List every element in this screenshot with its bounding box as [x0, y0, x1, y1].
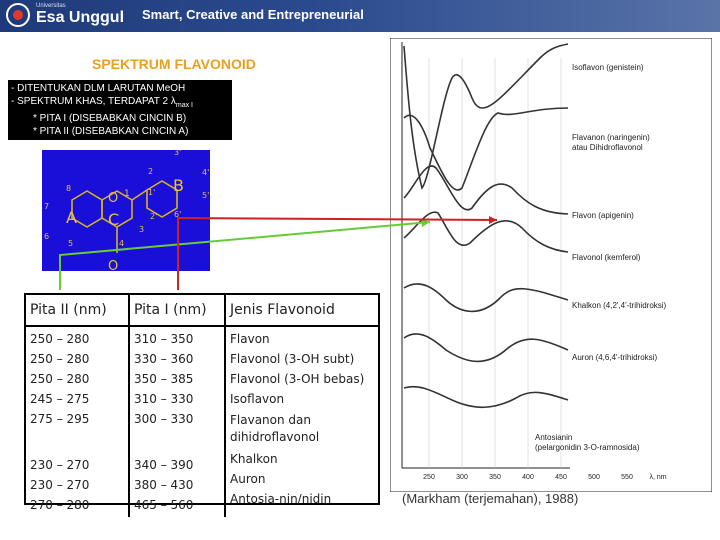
svg-text:3: 3	[139, 225, 144, 234]
svg-text:4': 4'	[202, 168, 209, 177]
carbonyl-oxygen-label: O	[108, 259, 118, 271]
svg-text:6: 6	[44, 232, 49, 241]
tagline: Smart, Creative and Entrepreneurial	[142, 7, 364, 22]
label-auron: Auron (4,6,4'-trihidroksi)	[572, 353, 657, 362]
label-isoflavon: Isoflavon (genistein)	[572, 63, 644, 72]
label-antosianin-2: (pelargonidin 3-O-ramnosida)	[535, 443, 640, 452]
logo-name: Esa Unggul	[36, 9, 125, 26]
slide-title: SPEKTRUM FLAVONOID	[92, 56, 256, 72]
svg-text:3': 3'	[174, 150, 181, 157]
oxygen-1-number: 1	[124, 189, 130, 199]
notes-box: - DITENTUKAN DLM LARUTAN MeOH - SPEKTRUM…	[8, 80, 232, 140]
svg-text:4: 4	[119, 239, 124, 248]
absorption-table: Pita II (nm) Pita I (nm) Jenis Flavonoid…	[24, 293, 380, 517]
header-pita-i: Pita I (nm)	[128, 295, 225, 327]
svg-text:6': 6'	[174, 210, 181, 219]
svg-text:7: 7	[44, 202, 49, 211]
label-flavanon-2: atau Dihidroflavonol	[572, 143, 643, 152]
university-logo: Universitas Esa Unggul	[6, 3, 138, 29]
x-tick-300: 300	[456, 474, 468, 481]
note-line-4: * PITA II (DISEBABKAN CINCIN A)	[33, 126, 189, 137]
x-axis-unit: λ, nm	[649, 474, 666, 481]
header-bar: Universitas Esa Unggul Smart, Creative a…	[0, 0, 720, 32]
x-tick-250: 250	[423, 474, 435, 481]
note-line-3: * PITA I (DISEBABKAN CINCIN B)	[33, 113, 187, 124]
ring-c-label: C	[108, 210, 119, 229]
svg-text:2: 2	[148, 167, 153, 176]
x-tick-450: 450	[555, 474, 567, 481]
svg-text:5': 5'	[202, 191, 209, 200]
x-tick-400: 400	[522, 474, 534, 481]
table-row: 250 – 280 250 – 280 250 – 280 245 – 275 275 …	[26, 326, 378, 447]
header-jenis: Jenis Flavonoid	[224, 295, 378, 327]
x-tick-500: 500	[588, 474, 600, 481]
logo-emblem-icon	[6, 3, 30, 27]
flavonoid-structure: A C B O 1 O 2 3 4 5 6 7 8 1' 2' 3' 4' 5'…	[42, 150, 210, 271]
svg-text:2': 2'	[150, 212, 157, 221]
svg-text:1': 1'	[148, 188, 155, 197]
x-tick-350: 350	[489, 474, 501, 481]
ring-a-label: A	[66, 208, 77, 227]
label-flavanon-1: Flavanon (naringenin)	[572, 133, 650, 142]
figure-caption: (Markham (terjemahan), 1988)	[402, 491, 579, 506]
svg-text:8: 8	[66, 184, 71, 193]
label-flavonol: Flavonol (kemferol)	[572, 253, 641, 262]
header-pita-ii: Pita II (nm)	[26, 295, 129, 327]
uv-spectra-figure: Isoflavon (genistein) Flavanon (naringen…	[390, 38, 712, 492]
label-antosianin-1: Antosianin	[535, 433, 572, 442]
note-line-1: - DITENTUKAN DLM LARUTAN MeOH	[11, 83, 186, 94]
label-khalkon: Khalkon (4,2',4'-trihidroksi)	[572, 301, 667, 310]
oxygen-1-label: O	[108, 191, 118, 206]
x-tick-550: 550	[621, 474, 633, 481]
svg-text:5: 5	[68, 239, 73, 248]
ring-b-label: B	[173, 176, 184, 195]
note-line-2: - SPEKTRUM KHAS, TERDAPAT 2 λmax I	[11, 96, 193, 109]
table-row: 230 – 270 230 – 270 270 – 280 340 – 390 380…	[26, 447, 378, 517]
label-flavon: Flavon (apigenin)	[572, 211, 634, 220]
